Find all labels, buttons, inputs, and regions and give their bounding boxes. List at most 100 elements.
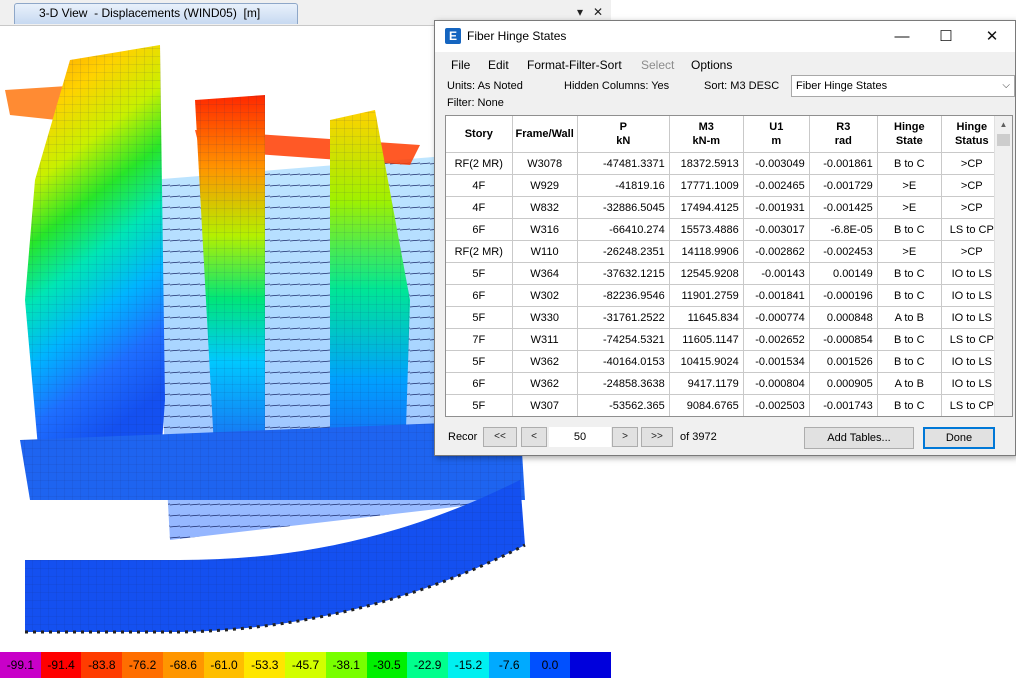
table-cell[interactable]: -82236.9546 (577, 284, 670, 307)
table-cell[interactable]: -24858.3638 (577, 372, 670, 395)
table-cell[interactable]: -53562.365 (577, 394, 670, 416)
table-cell[interactable]: -0.00143 (743, 262, 810, 285)
table-row[interactable]: 5F W362 -40164.0153 10415.9024 -0.001534 0.00… (446, 350, 1003, 373)
table-cell[interactable]: B to C (877, 218, 942, 241)
done-button[interactable]: Done (923, 427, 995, 449)
table-cell[interactable]: W311 (512, 328, 578, 351)
table-cell[interactable]: 9417.1179 (669, 372, 744, 395)
minimize-button[interactable]: — (879, 21, 925, 52)
table-cell[interactable]: 10415.9024 (669, 350, 744, 373)
table-cell[interactable]: RF(2 MR) (446, 152, 513, 175)
table-cell[interactable]: 0.000848 (809, 306, 878, 329)
table-cell[interactable]: 0.00149 (809, 262, 878, 285)
table-cell[interactable]: 15573.4886 (669, 218, 744, 241)
table-row[interactable]: 5F W330 -31761.2522 11645.834 -0.000774 0.000… (446, 306, 1003, 329)
table-cell[interactable]: 0.001526 (809, 350, 878, 373)
scroll-up-icon[interactable]: ▲ (995, 116, 1012, 133)
table-cell[interactable]: B to C (877, 328, 942, 351)
table-cell[interactable]: 6F (446, 284, 513, 307)
menu-options[interactable]: Options (691, 57, 732, 73)
table-row[interactable]: 7F W311 -74254.5321 11605.1147 -0.002652 -0.0… (446, 328, 1003, 351)
table-cell[interactable]: B to C (877, 152, 942, 175)
table-select-dropdown[interactable]: Fiber Hinge States ⌵ (791, 75, 1015, 97)
column-header[interactable]: Story (446, 116, 513, 153)
table-cell[interactable]: A to B (877, 306, 942, 329)
table-cell[interactable]: -66410.274 (577, 218, 670, 241)
table-cell[interactable]: >E (877, 196, 942, 219)
next-record-button[interactable]: > (612, 427, 638, 447)
table-row[interactable]: 4F W929 -41819.16 17771.1009 -0.002465 -0.001… (446, 174, 1003, 197)
table-cell[interactable]: -0.001729 (809, 174, 878, 197)
table-cell[interactable]: -26248.2351 (577, 240, 670, 263)
table-cell[interactable]: 5F (446, 394, 513, 416)
table-cell[interactable]: 5F (446, 262, 513, 285)
table-cell[interactable]: 7F (446, 328, 513, 351)
table-row[interactable]: 6F W316 -66410.274 15573.4886 -0.003017 -6.8E… (446, 218, 1003, 241)
table-cell[interactable]: 6F (446, 372, 513, 395)
table-cell[interactable]: W362 (512, 372, 578, 395)
table-cell[interactable]: -37632.1215 (577, 262, 670, 285)
menu-edit[interactable]: Edit (488, 57, 509, 73)
table-cell[interactable]: RF(2 MR) (446, 240, 513, 263)
table-cell[interactable]: 9084.6765 (669, 394, 744, 416)
tab-dropdown-icon[interactable]: ▾ (573, 4, 587, 20)
table-cell[interactable]: -0.000774 (743, 306, 810, 329)
vertical-scrollbar[interactable]: ▲ (994, 116, 1012, 416)
table-cell[interactable]: 12545.9208 (669, 262, 744, 285)
table-cell[interactable]: -31761.2522 (577, 306, 670, 329)
table-cell[interactable]: -0.002453 (809, 240, 878, 263)
results-grid[interactable]: Story Frame/Wall PkN M3 kN-m U1 m R3 rad Hinge Sta… (445, 115, 1013, 417)
scrollbar-thumb[interactable] (997, 134, 1010, 146)
current-record-input[interactable]: 50 (549, 427, 611, 447)
column-header[interactable]: R3 rad (809, 116, 878, 153)
table-row[interactable]: RF(2 MR) W110 -26248.2351 14118.9906 -0.0028… (446, 240, 1003, 263)
table-cell[interactable]: A to B (877, 372, 942, 395)
menu-format-filter-sort[interactable]: Format-Filter-Sort (527, 57, 622, 73)
table-cell[interactable]: W3078 (512, 152, 578, 175)
table-cell[interactable]: W364 (512, 262, 578, 285)
table-cell[interactable]: W302 (512, 284, 578, 307)
dialog-title-bar[interactable]: E Fiber Hinge States — ☐ ✕ (435, 21, 1015, 52)
table-cell[interactable]: W362 (512, 350, 578, 373)
column-header[interactable]: U1 m (743, 116, 810, 153)
fiber-hinge-states-dialog[interactable]: E Fiber Hinge States — ☐ ✕ File Edit For… (434, 20, 1016, 456)
table-cell[interactable]: 18372.5913 (669, 152, 744, 175)
previous-record-button[interactable]: < (521, 427, 547, 447)
table-cell[interactable]: B to C (877, 284, 942, 307)
table-cell[interactable]: -74254.5321 (577, 328, 670, 351)
table-row[interactable]: 6F W302 -82236.9546 11901.2759 -0.001841 -0.0… (446, 284, 1003, 307)
table-cell[interactable]: -0.001841 (743, 284, 810, 307)
table-cell[interactable]: 4F (446, 174, 513, 197)
column-header[interactable]: Frame/Wall (512, 116, 578, 153)
menu-file[interactable]: File (451, 57, 470, 73)
add-tables-button[interactable]: Add Tables... (804, 427, 914, 449)
table-row[interactable]: RF(2 MR) W3078 -47481.3371 18372.5913 -0.003… (446, 152, 1003, 175)
table-cell[interactable]: -0.003049 (743, 152, 810, 175)
table-row[interactable]: 5F W307 -53562.365 9084.6765 -0.002503 -0.001… (446, 394, 1003, 416)
table-cell[interactable]: -0.002503 (743, 394, 810, 416)
table-cell[interactable]: 11901.2759 (669, 284, 744, 307)
table-cell[interactable]: -0.001931 (743, 196, 810, 219)
table-cell[interactable]: 5F (446, 350, 513, 373)
table-cell[interactable]: 4F (446, 196, 513, 219)
table-cell[interactable]: W110 (512, 240, 578, 263)
table-cell[interactable]: W330 (512, 306, 578, 329)
view-tab[interactable]: 3-D View - Displacements (WIND05) [m] (14, 3, 298, 24)
table-cell[interactable]: >E (877, 240, 942, 263)
table-cell[interactable]: 5F (446, 306, 513, 329)
table-cell[interactable]: -0.002652 (743, 328, 810, 351)
table-cell[interactable]: 17771.1009 (669, 174, 744, 197)
table-cell[interactable]: -32886.5045 (577, 196, 670, 219)
table-cell[interactable]: 14118.9906 (669, 240, 744, 263)
table-cell[interactable]: W316 (512, 218, 578, 241)
column-header[interactable]: Hinge State (877, 116, 942, 153)
table-cell[interactable]: -0.001861 (809, 152, 878, 175)
table-cell[interactable]: -0.000804 (743, 372, 810, 395)
tab-close-icon[interactable]: ✕ (591, 4, 605, 20)
table-cell[interactable]: -6.8E-05 (809, 218, 878, 241)
table-cell[interactable]: -0.000854 (809, 328, 878, 351)
maximize-button[interactable]: ☐ (923, 21, 969, 52)
table-cell[interactable]: 17494.4125 (669, 196, 744, 219)
table-cell[interactable]: -47481.3371 (577, 152, 670, 175)
table-cell[interactable]: W929 (512, 174, 578, 197)
